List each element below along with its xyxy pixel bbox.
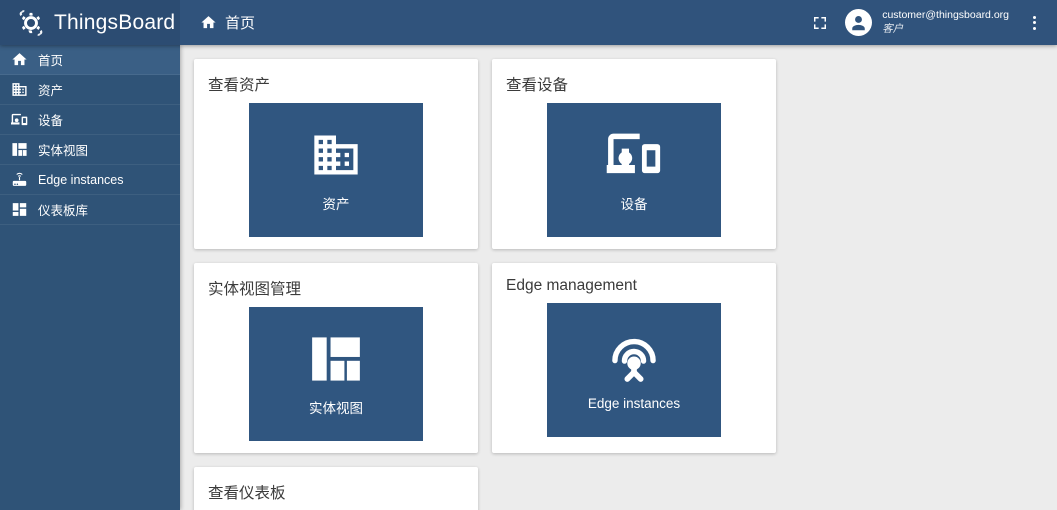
fullscreen-button[interactable] xyxy=(805,8,835,38)
tile-label: 实体视图 xyxy=(309,401,363,416)
home-icon xyxy=(200,14,217,31)
user-info: customer@thingsboard.org 客户 xyxy=(882,9,1009,35)
more-menu-button[interactable] xyxy=(1019,8,1049,38)
sidebar-item-entity-views[interactable]: 实体视图 xyxy=(0,135,180,165)
sidebar-item-devices[interactable]: 设备 xyxy=(0,105,180,135)
sidebar-item-home[interactable]: 首页 xyxy=(0,45,180,75)
sidebar-item-label: 设备 xyxy=(38,114,64,128)
card-title: 查看设备 xyxy=(506,77,569,94)
fullscreen-icon xyxy=(812,15,828,31)
sidebar-item-label: 资产 xyxy=(38,84,64,98)
card-title: Edge management xyxy=(506,277,637,294)
breadcrumb-label: 首页 xyxy=(225,15,256,32)
user-role: 客户 xyxy=(882,22,904,35)
card-title: 查看仪表板 xyxy=(208,485,286,502)
tile-edge-instances[interactable]: Edge instances xyxy=(547,303,721,437)
domain-building-icon xyxy=(305,127,367,183)
tile-label: Edge instances xyxy=(587,395,681,411)
sidebar-item-label: 首页 xyxy=(38,54,64,68)
card-title: 实体视图管理 xyxy=(208,281,302,298)
card-entity-views: 实体视图管理 实体视图 xyxy=(194,263,478,453)
avatar[interactable] xyxy=(845,9,873,36)
card-title: 查看资产 xyxy=(208,77,271,94)
user-email: customer@thingsboard.org xyxy=(882,9,1009,22)
sidebar-item-label: 实体视图 xyxy=(38,144,89,158)
tile-devices[interactable]: 设备 xyxy=(547,103,721,237)
app-body: 首页 资产 设备 实体视图 Edge instances 仪表板库 查看资产 资… xyxy=(0,45,1057,510)
thingsboard-app: ThingsBoard 首页 customer@thingsboard.org … xyxy=(0,0,1057,510)
sidebar-item-assets[interactable]: 资产 xyxy=(0,75,180,105)
header-actions: customer@thingsboard.org 客户 xyxy=(805,0,1057,45)
router-icon xyxy=(603,330,665,386)
devices-icon xyxy=(603,127,665,183)
entity-view-icon xyxy=(10,141,28,159)
tile-label: 设备 xyxy=(620,197,648,212)
devices-icon xyxy=(10,111,28,129)
sidebar-item-label: 仪表板库 xyxy=(38,204,89,218)
tile-label: 资产 xyxy=(322,197,350,212)
more-vertical-icon xyxy=(1032,15,1036,30)
sidebar-nav: 首页 资产 设备 实体视图 Edge instances 仪表板库 xyxy=(0,45,180,510)
sidebar-item-dashboards[interactable]: 仪表板库 xyxy=(0,195,180,225)
router-icon xyxy=(10,171,28,189)
sidebar-item-label: Edge instances xyxy=(38,172,124,187)
card-dashboards: 查看仪表板 仪表板库 xyxy=(194,467,478,510)
brand-logo-block[interactable]: ThingsBoard xyxy=(0,0,180,45)
thingsboard-gear-logo-icon xyxy=(16,8,46,38)
card-edge-management: Edge management Edge instances xyxy=(492,263,776,453)
tile-assets[interactable]: 资产 xyxy=(249,103,423,237)
dashboard-icon xyxy=(10,201,28,219)
home-icon xyxy=(10,51,28,69)
home-cards-grid: 查看资产 资产 查看设备 设备 实体视图管理 实体视图 Edge managem… xyxy=(180,45,1057,510)
sidebar-item-edge-instances[interactable]: Edge instances xyxy=(0,165,180,195)
app-header: ThingsBoard 首页 customer@thingsboard.org … xyxy=(0,0,1057,45)
breadcrumb[interactable]: 首页 xyxy=(180,0,805,45)
tile-entity-views[interactable]: 实体视图 xyxy=(249,307,423,441)
card-devices: 查看设备 设备 xyxy=(492,59,776,249)
card-assets: 查看资产 资产 xyxy=(194,59,478,249)
entity-view-icon xyxy=(305,331,367,387)
brand-name: ThingsBoard xyxy=(54,10,176,34)
domain-building-icon xyxy=(10,81,28,99)
